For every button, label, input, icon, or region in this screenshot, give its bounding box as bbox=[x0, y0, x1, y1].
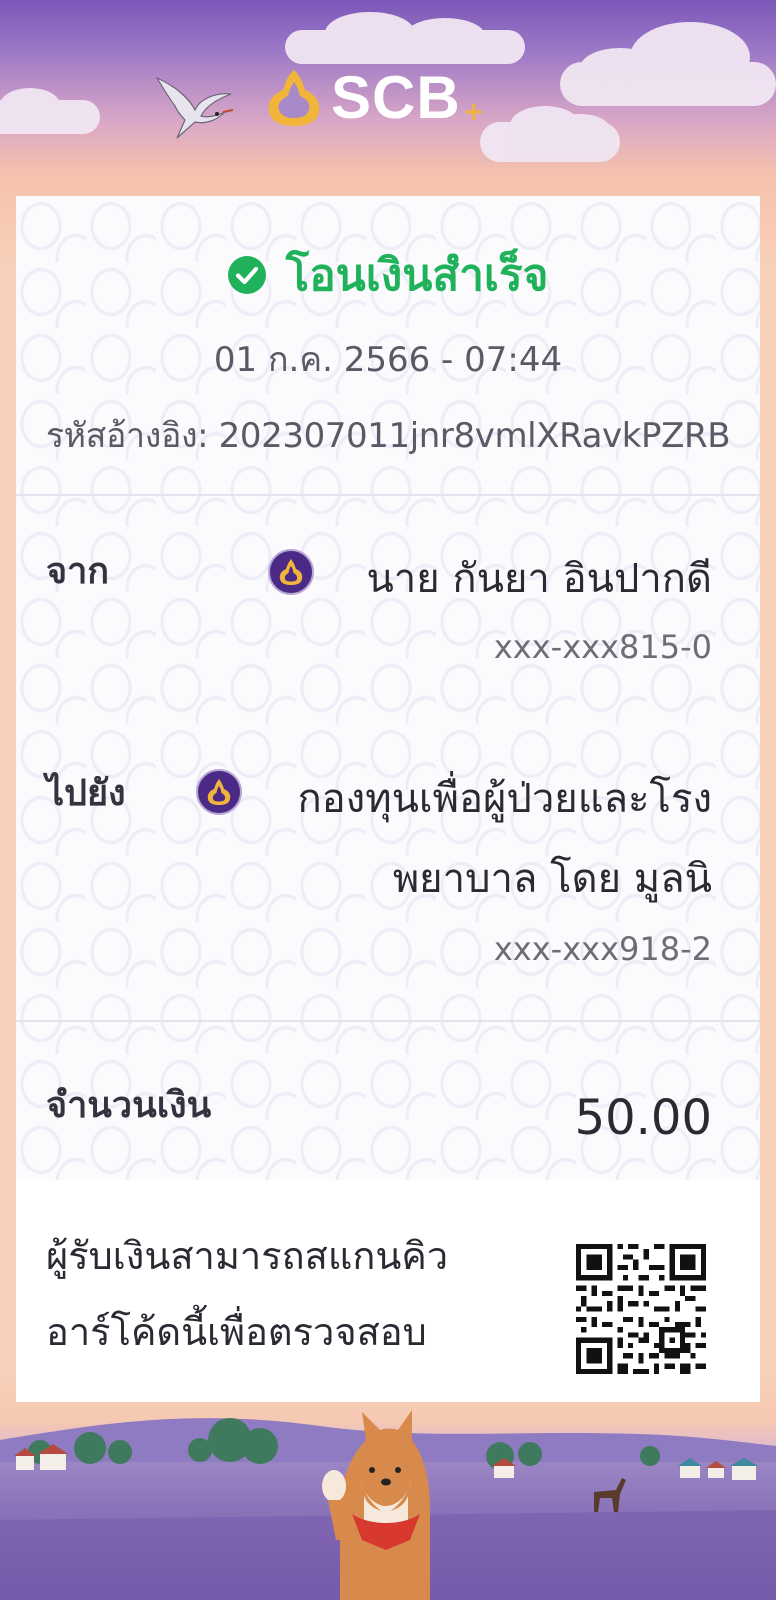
status-row: โอนเงินสำเร็จ bbox=[0, 240, 776, 310]
divider bbox=[16, 1020, 760, 1022]
brand-name: SCB bbox=[331, 63, 461, 131]
amount-label: จำนวนเงิน bbox=[46, 1085, 212, 1126]
qr-instruction-line2: อาร์โค้ดนี้เพื่อตรวจสอบ bbox=[46, 1310, 427, 1354]
recipient-name-line2: พยาบาล โดย มูลนิ bbox=[392, 856, 712, 902]
header-banner: SCB + bbox=[0, 0, 776, 200]
cloud-decoration bbox=[560, 22, 776, 106]
scb-logo: SCB + bbox=[265, 62, 484, 132]
to-label: ไปยัง bbox=[46, 773, 126, 814]
brand-plus: + bbox=[462, 97, 485, 127]
lavender-field-illustration bbox=[0, 1410, 776, 1600]
transaction-reference: รหัสอ้างอิง: 202307011jnr8vmlXRavkPZRB bbox=[45, 416, 731, 456]
cloud-decoration bbox=[0, 88, 100, 134]
cloud-decoration bbox=[285, 12, 525, 64]
transaction-datetime: 01 ก.ค. 2566 - 07:44 bbox=[213, 340, 563, 380]
recipient-name-line1: กองทุนเพื่อผู้ป่วยและโรง bbox=[297, 776, 712, 822]
cloud-decoration bbox=[480, 106, 620, 162]
status-title: โอนเงินสำเร็จ bbox=[285, 250, 549, 301]
bird-icon bbox=[155, 76, 234, 139]
scb-logo-icon bbox=[268, 70, 320, 126]
qr-instruction-line1: ผู้รับเงินสามารถสแกนคิว bbox=[46, 1234, 449, 1278]
divider bbox=[16, 494, 760, 496]
scb-bank-icon bbox=[196, 769, 242, 815]
recipient-account: xxx-xxx918-2 bbox=[493, 930, 712, 968]
scb-bank-icon bbox=[268, 549, 314, 595]
sender-account: xxx-xxx815-0 bbox=[493, 628, 712, 666]
amount-value: 50.00 bbox=[574, 1090, 712, 1146]
check-circle-icon bbox=[227, 256, 266, 294]
verification-qr-code[interactable] bbox=[576, 1244, 706, 1374]
sender-name: นาย กันยา อินปากดี bbox=[366, 556, 712, 602]
from-label: จาก bbox=[46, 551, 110, 592]
